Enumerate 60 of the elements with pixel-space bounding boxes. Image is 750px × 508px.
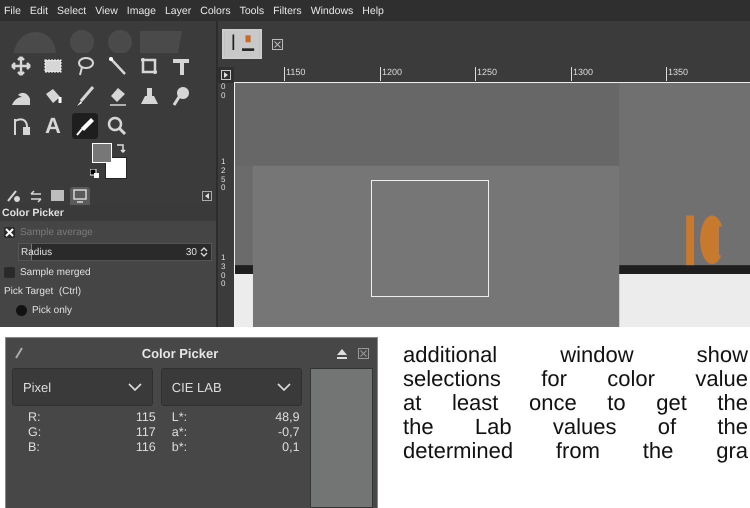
close-icon[interactable] (358, 348, 369, 358)
channel-label: a*: (172, 425, 188, 439)
swap-icon[interactable] (116, 143, 126, 153)
spin-arrows-icon[interactable] (200, 246, 208, 258)
checkbox-label: Sample merged (20, 266, 91, 278)
menu-item[interactable]: Colors (200, 4, 231, 16)
body-paragraph: additional window show selections for color value at least once to get the the Lab values of the determined from the gra (403, 343, 748, 465)
menu-item[interactable]: Windows (310, 4, 354, 16)
channel-label: b*: (172, 440, 188, 454)
foreground-color-swatch[interactable] (92, 143, 112, 163)
text-tool-button[interactable]: A (40, 113, 66, 139)
channel-value: 48,9 (275, 410, 300, 424)
dropdown[interactable]: CIE LAB (160, 368, 302, 406)
menu-item[interactable]: Tools (240, 4, 264, 16)
default-colors-icon[interactable] (90, 169, 99, 178)
eyedropper-icon (14, 347, 24, 359)
menu-item[interactable]: View (95, 4, 118, 16)
image-tab[interactable] (222, 29, 262, 59)
dock-menu-icon[interactable] (202, 191, 212, 201)
menu-item[interactable]: Layer (164, 4, 192, 16)
chevron-icon (128, 382, 142, 392)
picker-tool-icon[interactable] (72, 113, 98, 139)
radius-spin-field[interactable]: Radius 30 (18, 243, 212, 261)
channel-value: 0,1 (281, 440, 300, 454)
ruler-label: 1150 (284, 67, 306, 81)
eject-icon[interactable] (336, 347, 348, 359)
channel-value: 117 (136, 425, 156, 439)
menu-item[interactable]: Edit (30, 4, 48, 16)
dropdown[interactable]: Pixel (12, 368, 153, 406)
close-icon[interactable] (272, 38, 283, 50)
selection-rectangle[interactable] (371, 180, 489, 297)
menu-item[interactable]: Select (57, 4, 86, 16)
panel-title: Color Picker (0, 205, 216, 221)
chevron-icon (276, 382, 291, 392)
ruler-label: 1300 (571, 67, 594, 81)
menu-item[interactable]: Filters (273, 4, 302, 16)
checkbox[interactable] (4, 266, 15, 278)
channel-value: -0,7 (276, 425, 300, 439)
ruler-label: 1350 (666, 67, 688, 81)
dock-tab-icon[interactable] (70, 187, 90, 205)
ruler-label: 1300 (221, 254, 226, 290)
channel-value: 116 (136, 440, 156, 454)
menu-item[interactable]: Help (362, 4, 384, 16)
ruler-label: 1250 (221, 158, 226, 194)
radio-button[interactable] (16, 304, 27, 316)
dialog-title: Color Picker (140, 346, 220, 360)
ruler-label: 1200 (380, 67, 402, 81)
channel-label: B: (28, 440, 41, 454)
radio-label: Pick only (32, 304, 72, 316)
channel-label: G: (28, 425, 42, 439)
channel-label: L*: (172, 410, 188, 424)
section-label: Pick Target (Ctrl) (4, 286, 82, 296)
channel-label: R: (28, 410, 42, 424)
menu-item[interactable]: Image (126, 4, 156, 16)
ruler-label: 1250 (475, 67, 498, 81)
background-color-swatch[interactable] (105, 157, 127, 179)
ruler-label: 00 (221, 83, 226, 101)
menu-item[interactable]: File (4, 4, 21, 16)
channel-value: 115 (136, 410, 156, 424)
navigate-icon[interactable] (221, 70, 231, 80)
